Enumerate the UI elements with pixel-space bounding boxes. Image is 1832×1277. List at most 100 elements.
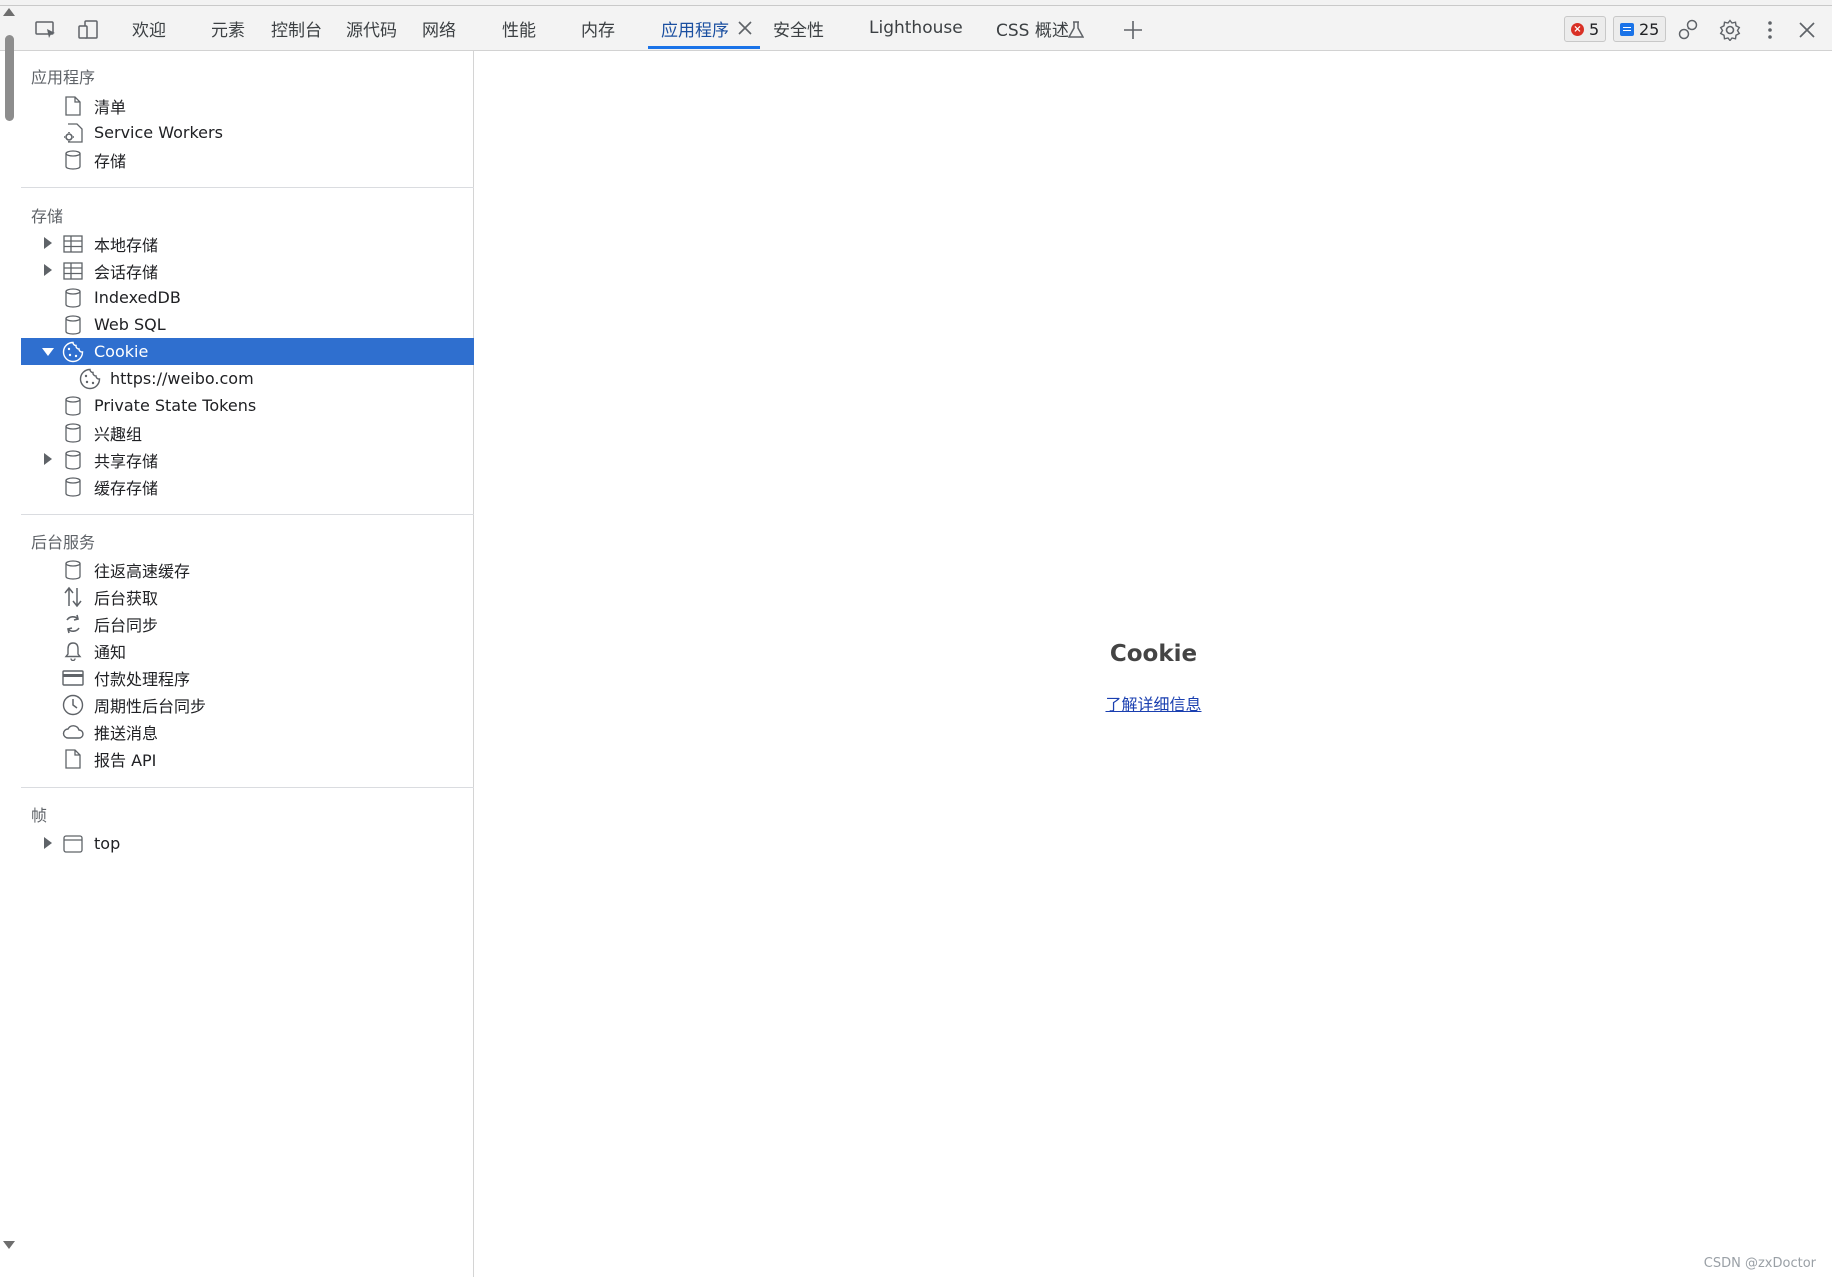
sidebar-item-payment-handler[interactable]: 付款处理程序: [21, 664, 474, 691]
message-count-badge[interactable]: 25: [1613, 16, 1667, 42]
sidebar-item-frame-top[interactable]: top: [21, 830, 474, 857]
message-icon: [1620, 22, 1634, 36]
tab-elements[interactable]: 元素: [211, 6, 245, 50]
section-divider: [21, 187, 474, 188]
more-options-icon[interactable]: [1758, 18, 1782, 42]
section-title-storage: 存储: [31, 207, 64, 226]
error-count-badge[interactable]: × 5: [1564, 16, 1607, 42]
learn-more-link[interactable]: 了解详细信息: [475, 691, 1832, 715]
sidebar-item-private-state-tokens[interactable]: Private State Tokens: [21, 392, 474, 419]
sidebar-item-cache-storage[interactable]: 缓存存储: [21, 473, 474, 500]
sidebar-item-local-storage[interactable]: 本地存储: [21, 230, 474, 257]
sidebar-item-push-messaging[interactable]: 推送消息: [21, 718, 474, 745]
sidebar-item-shared-storage[interactable]: 共享存储: [21, 446, 474, 473]
database-icon: [62, 395, 84, 417]
scroll-up-arrow[interactable]: [3, 8, 15, 16]
tab-network[interactable]: 网络: [422, 6, 456, 50]
sidebar-item-interest-groups[interactable]: 兴趣组: [21, 419, 474, 446]
section-title-frames: 帧: [31, 806, 48, 825]
service-worker-icon: [62, 122, 84, 144]
sidebar-item-label: IndexedDB: [94, 288, 181, 307]
sidebar-item-label: 报告 API: [94, 750, 157, 770]
cookie-icon: [79, 368, 101, 390]
more-tabs-plus-icon[interactable]: [1121, 18, 1145, 42]
sidebar-item-periodic-background-sync[interactable]: 周期性后台同步: [21, 691, 474, 718]
tab-security[interactable]: 安全性: [773, 6, 824, 50]
sidebar-item-back-forward-cache[interactable]: 往返高速缓存: [21, 556, 474, 583]
table-icon: [62, 260, 84, 282]
section-title-background-services: 后台服务: [31, 533, 96, 552]
tab-application[interactable]: 应用程序: [661, 6, 729, 50]
sidebar-item-background-sync[interactable]: 后台同步: [21, 610, 474, 637]
sidebar-item-storage[interactable]: 存储: [21, 146, 474, 173]
clock-icon: [62, 694, 84, 716]
sidebar-item-label: top: [94, 834, 121, 853]
table-icon: [62, 233, 84, 255]
sidebar-item-label: Service Workers: [94, 123, 223, 142]
database-icon: [62, 559, 84, 581]
arrows-updown-icon: [62, 586, 84, 608]
cookie-icon: [62, 341, 84, 363]
expand-arrow-icon[interactable]: [44, 264, 52, 276]
sidebar-item-label: https://weibo.com: [110, 369, 254, 388]
collapse-arrow-icon[interactable]: [42, 348, 54, 356]
sidebar-item-label: 缓存存储: [94, 478, 159, 498]
sidebar-item-label: 往返高速缓存: [94, 561, 191, 581]
database-icon: [62, 449, 84, 471]
sidebar-item-indexeddb[interactable]: IndexedDB: [21, 284, 474, 311]
sidebar-item-label: 存储: [94, 151, 127, 171]
sidebar-item-session-storage[interactable]: 会话存储: [21, 257, 474, 284]
tab-welcome[interactable]: 欢迎: [132, 6, 166, 50]
scrollbar-thumb[interactable]: [5, 35, 14, 121]
sidebar-item-label: Cookie: [94, 342, 149, 361]
tab-css-overview[interactable]: CSS 概述: [996, 6, 1069, 50]
tab-lighthouse[interactable]: Lighthouse: [869, 6, 963, 50]
sidebar-item-label: 共享存储: [94, 451, 159, 471]
sidebar-item-reporting-api[interactable]: 报告 API: [21, 745, 474, 772]
sidebar-item-label: 推送消息: [94, 723, 159, 743]
sidebar-item-label: 本地存储: [94, 235, 159, 255]
sidebar-scrollbar[interactable]: [0, 8, 20, 1277]
feedback-icon[interactable]: [1676, 18, 1700, 42]
settings-gear-icon[interactable]: [1718, 18, 1742, 42]
device-toolbar-icon[interactable]: [76, 18, 100, 42]
inspect-element-icon[interactable]: [34, 18, 58, 42]
tab-console[interactable]: 控制台: [271, 6, 322, 50]
sidebar-item-notifications[interactable]: 通知: [21, 637, 474, 664]
sidebar-item-label: 通知: [94, 642, 127, 662]
section-divider: [21, 514, 474, 515]
database-icon: [62, 149, 84, 171]
application-sidebar: 应用程序 清单 Service Workers 存储 存储 本地存储 会话存储: [21, 51, 474, 1277]
watermark: CSDN @zxDoctor: [1703, 1256, 1816, 1271]
sidebar-item-manifest[interactable]: 清单: [21, 92, 474, 119]
expand-arrow-icon[interactable]: [44, 453, 52, 465]
cloud-icon: [62, 721, 84, 743]
sidebar-item-label: Private State Tokens: [94, 396, 257, 415]
sidebar-item-label: 付款处理程序: [94, 669, 191, 689]
document-icon: [62, 748, 84, 770]
sidebar-item-label: 后台同步: [94, 615, 159, 635]
tab-performance[interactable]: 性能: [502, 6, 536, 50]
sidebar-item-cookie[interactable]: Cookie: [21, 338, 474, 365]
error-icon: ×: [1571, 22, 1584, 36]
close-tab-icon[interactable]: [736, 19, 754, 37]
sidebar-item-background-fetch[interactable]: 后台获取: [21, 583, 474, 610]
sidebar-item-service-workers[interactable]: Service Workers: [21, 119, 474, 146]
scroll-down-arrow[interactable]: [3, 1241, 15, 1249]
sidebar-item-label: 兴趣组: [94, 424, 143, 444]
sidebar-item-web-sql[interactable]: Web SQL: [21, 311, 474, 338]
tab-memory[interactable]: 内存: [581, 6, 615, 50]
database-icon: [62, 314, 84, 336]
expand-arrow-icon[interactable]: [44, 237, 52, 249]
close-devtools-icon[interactable]: [1795, 18, 1819, 42]
expand-arrow-icon[interactable]: [44, 837, 52, 849]
message-count: 25: [1639, 19, 1660, 39]
active-tab-indicator: [648, 46, 760, 49]
sidebar-item-cookie-weibo[interactable]: https://weibo.com: [21, 365, 474, 392]
tab-sources[interactable]: 源代码: [346, 6, 397, 50]
sync-icon: [62, 613, 84, 635]
sidebar-item-label: Web SQL: [94, 315, 166, 334]
database-icon: [62, 476, 84, 498]
section-divider: [21, 787, 474, 788]
panel-title: Cookie: [1109, 641, 1198, 667]
